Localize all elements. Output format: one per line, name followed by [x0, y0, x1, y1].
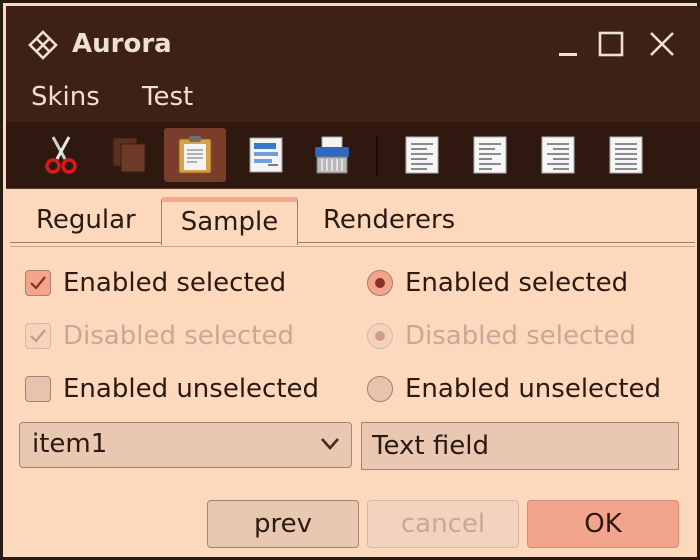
cut-icon	[45, 136, 77, 174]
radio-button[interactable]	[367, 376, 393, 402]
menu-test[interactable]: Test	[142, 82, 193, 112]
tab-divider-inner	[10, 246, 695, 247]
minimize-button[interactable]	[552, 26, 588, 62]
toolbar	[6, 122, 700, 189]
align-left-icon	[405, 136, 439, 174]
checkbox-box	[25, 323, 51, 349]
align-left-2-button[interactable]	[459, 128, 521, 182]
prev-button[interactable]: prev	[207, 500, 359, 548]
close-button[interactable]	[644, 26, 680, 62]
title-bar[interactable]: Aurora	[6, 6, 700, 78]
text-field[interactable]: Text field	[361, 422, 679, 470]
shredder-icon	[315, 136, 349, 174]
radio-button[interactable]	[367, 270, 393, 296]
menu-skins[interactable]: Skins	[31, 82, 100, 112]
tab-renderers[interactable]: Renderers	[323, 197, 455, 243]
maximize-icon	[598, 31, 624, 57]
align-left-2-icon	[473, 136, 507, 174]
radio-label: Enabled selected	[405, 268, 629, 298]
tab-sample[interactable]: Sample	[161, 197, 298, 245]
checkbox-label: Disabled selected	[63, 321, 294, 351]
radio-enabled-selected[interactable]: Enabled selected	[367, 266, 677, 306]
radio-enabled-unselected[interactable]: Enabled unselected	[367, 372, 677, 412]
shredder-button[interactable]	[301, 128, 363, 182]
checkbox-enabled-selected[interactable]: Enabled selected	[25, 266, 335, 306]
menu-bar: Skins Test	[6, 78, 700, 122]
chevron-down-icon	[321, 438, 339, 450]
checkbox-enabled-unselected[interactable]: Enabled unselected	[25, 372, 335, 412]
radio-dot	[375, 278, 385, 288]
checkbox-box[interactable]	[25, 376, 51, 402]
app-window: Aurora Skins Test Regular Sample Rendere…	[0, 0, 700, 560]
align-left-button[interactable]	[391, 128, 453, 182]
tab-regular[interactable]: Regular	[36, 197, 136, 243]
ok-button[interactable]: OK	[527, 500, 679, 548]
checkbox-disabled-selected: Disabled selected	[25, 319, 335, 359]
text-field-value: Text field	[372, 431, 489, 461]
copy-icon	[112, 137, 146, 173]
copy-button[interactable]	[98, 128, 160, 182]
radio-dot	[375, 331, 385, 341]
checkbox-box[interactable]	[25, 270, 51, 296]
radio-button	[367, 323, 393, 349]
text-document-icon	[249, 137, 283, 173]
tab-strip: Regular Sample Renderers	[6, 189, 700, 245]
window-title: Aurora	[72, 29, 172, 59]
checkmark-icon	[30, 329, 46, 343]
radio-label: Enabled unselected	[405, 374, 662, 404]
minimize-icon	[559, 53, 577, 56]
radio-disabled-selected: Disabled selected	[367, 319, 677, 359]
toolbar-separator	[376, 136, 378, 176]
maximize-button[interactable]	[594, 26, 630, 62]
paste-icon	[178, 136, 212, 174]
cut-button[interactable]	[30, 128, 92, 182]
radio-label: Disabled selected	[405, 321, 636, 351]
item-combo-box[interactable]: item1	[19, 422, 352, 468]
checkbox-label: Enabled selected	[63, 268, 287, 298]
combo-value: item1	[32, 429, 108, 459]
align-right-button[interactable]	[527, 128, 589, 182]
checkmark-icon	[30, 276, 46, 290]
cancel-button: cancel	[367, 500, 519, 548]
paste-button[interactable]	[164, 128, 226, 182]
close-icon	[650, 32, 674, 56]
tab-divider	[10, 242, 695, 243]
justify-button[interactable]	[595, 128, 657, 182]
text-document-button[interactable]	[235, 128, 297, 182]
checkbox-label: Enabled unselected	[63, 374, 320, 404]
align-right-icon	[541, 136, 575, 174]
diamond-lattice-icon	[28, 30, 58, 60]
justify-icon	[609, 136, 643, 174]
